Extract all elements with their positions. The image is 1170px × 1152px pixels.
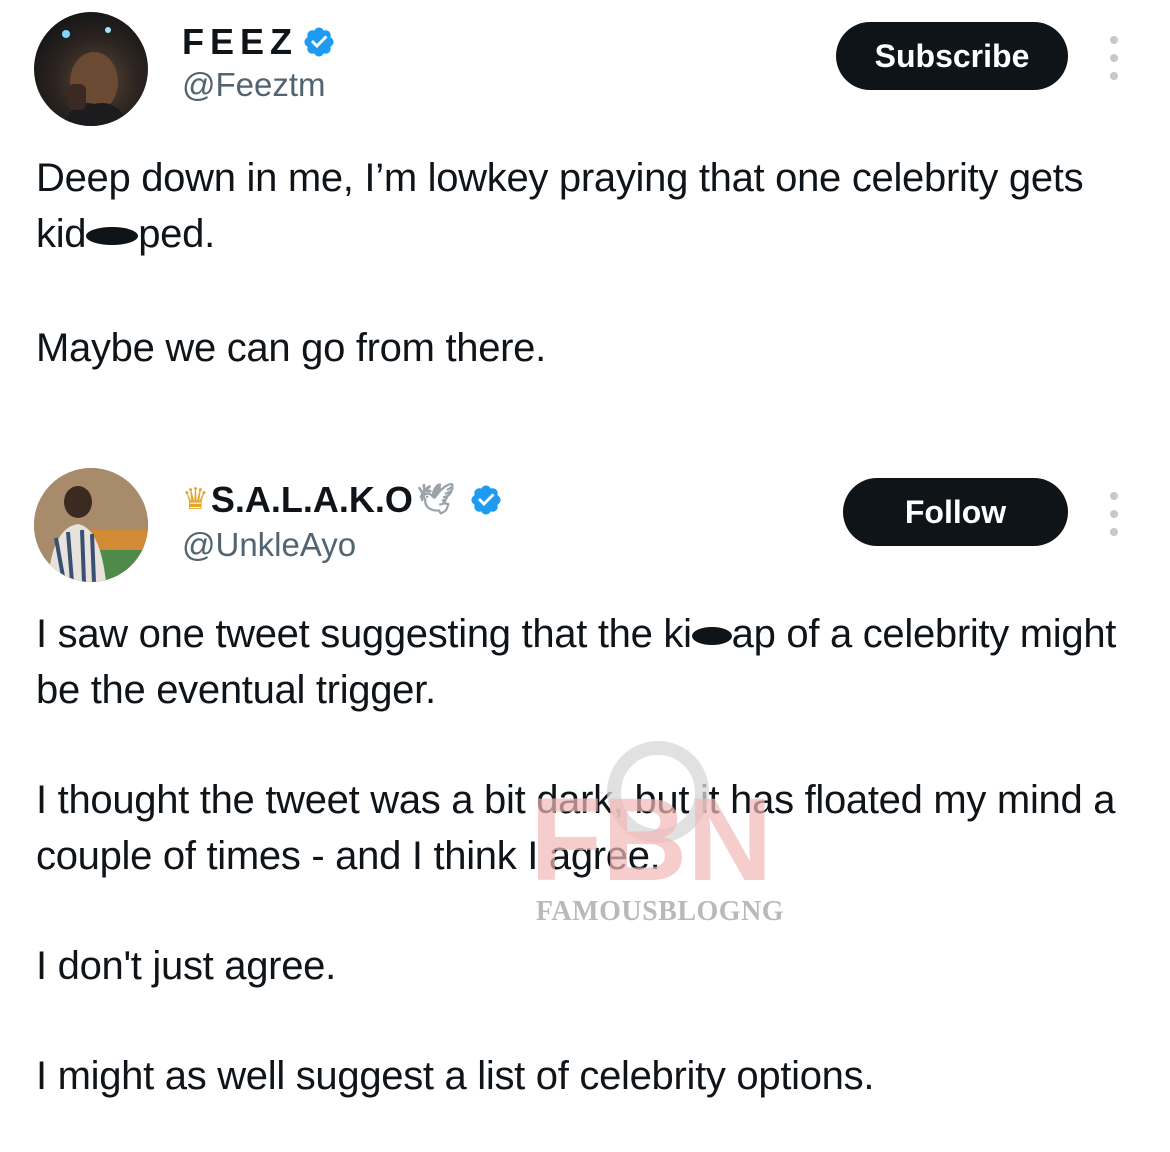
tweet-paragraph: I don't just agree. [36, 944, 336, 988]
redaction-mark [86, 227, 139, 246]
tweet-paragraph: I saw one tweet suggesting that the ki ap… [36, 612, 1117, 712]
verified-badge-icon [304, 27, 334, 57]
avatar-photo [34, 468, 148, 582]
tweet-paragraph: I might as well suggest a list of celebr… [36, 1054, 875, 1098]
avatar[interactable] [34, 468, 148, 582]
display-name-text: FEEZ [182, 21, 299, 62]
handle[interactable]: @Feeztm [182, 66, 326, 104]
avatar-photo [62, 27, 130, 126]
dove-icon: 🕊 [416, 483, 456, 516]
tweet-text: I saw one tweet suggesting that the ki ap… [36, 606, 1136, 1152]
tweet-text: Deep down in me, I’m lowkey praying that… [36, 150, 1136, 432]
display-name[interactable]: ♛ S.A.L.A.K.O 🕊 [182, 478, 503, 522]
handle[interactable]: @UnkleAyo [182, 526, 356, 564]
display-name[interactable]: FEEZ [182, 20, 336, 64]
tweet-paragraph: Maybe we can go from there. [36, 326, 546, 370]
tweet-paragraph: Deep down in me, I’m lowkey praying that… [36, 156, 1084, 256]
follow-button[interactable]: Follow [843, 478, 1068, 546]
verified-badge-icon [471, 485, 501, 515]
subscribe-button[interactable]: Subscribe [836, 22, 1068, 90]
tweet-paragraph: I thought the tweet was a bit dark, but … [36, 778, 1116, 878]
avatar[interactable] [34, 12, 148, 126]
more-options-icon[interactable] [1100, 492, 1128, 536]
redaction-mark [691, 627, 732, 646]
screenshot-page: FEEZ @Feeztm Subscribe Deep down in me, … [0, 0, 1170, 1152]
display-name-text: S.A.L.A.K.O [210, 479, 413, 520]
more-options-icon[interactable] [1100, 36, 1128, 80]
crown-icon: ♛ [182, 483, 209, 516]
